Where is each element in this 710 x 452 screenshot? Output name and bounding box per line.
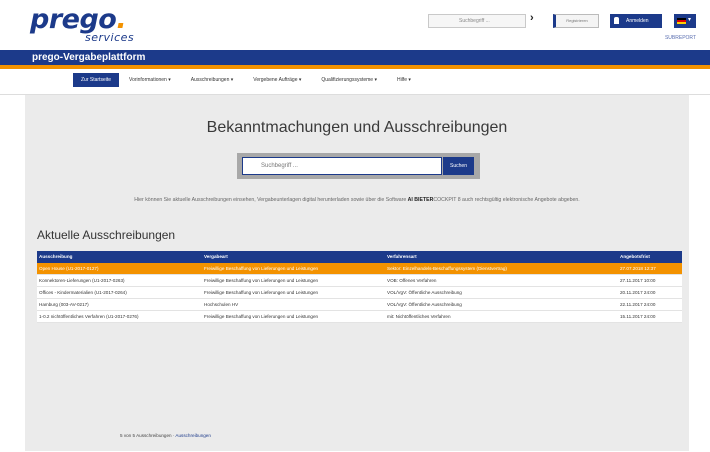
nav-tenders[interactable]: Ausschreibungen ▾	[181, 73, 244, 87]
nav-qualification-systems[interactable]: Qualifizierungssysteme ▾	[311, 73, 387, 87]
login-label: Anmelden	[626, 18, 649, 24]
german-flag-icon	[677, 18, 686, 24]
page-title: Bekanntmachungen und Ausschreibungen	[206, 119, 508, 136]
prego-logo[interactable]: prego. services	[30, 6, 134, 44]
main-search: Suchbegriff ... Suchen	[237, 153, 480, 179]
cell-tender: Open House (U1-2017-0127)	[39, 266, 99, 271]
search-button[interactable]: Suchen	[443, 157, 474, 175]
caret-down-icon: ▾	[688, 17, 692, 23]
table-header: Ausschreibung Vergabeart Verfahrensart A…	[37, 251, 682, 263]
cell-award-type: Freiwillige Beschaffung von Lieferungen …	[204, 266, 319, 271]
cell-award-type: Freiwillige Beschaffung von Lieferungen …	[204, 314, 319, 319]
info-text-end: COCKPIT 8 auch rechtsgültig elektronisch…	[433, 197, 580, 203]
cell-procedure: VOL/VgV: Öffentliche Ausschreibung	[387, 290, 462, 295]
main-search-input[interactable]: Suchbegriff ...	[242, 157, 442, 175]
login-button[interactable]: Anmelden	[610, 14, 662, 28]
tenders-link[interactable]: Ausschreibungen	[175, 433, 211, 438]
partner-logo: SUBREPORT	[664, 35, 696, 41]
platform-title-bar: prego-Vergabeplattform	[0, 50, 710, 65]
cell-deadline: 27.07.2018 12:37	[620, 266, 656, 271]
search-go-icon[interactable]: ›	[530, 12, 534, 24]
main-nav: Zur Startseite Vorinformationen ▾ Aussch…	[73, 73, 421, 87]
cell-procedure: Sektor: Einzelhandels-Beschaffungssystem…	[387, 266, 507, 271]
nav-home[interactable]: Zur Startseite	[73, 73, 120, 87]
nav-prior-information[interactable]: Vorinformationen ▾	[119, 73, 181, 87]
cell-tender: Hamburg (003-AV-0217)	[39, 302, 89, 307]
accent-divider	[0, 65, 710, 69]
column-header-tender[interactable]: Ausschreibung	[37, 251, 202, 263]
platform-title: prego-Vergabeplattform	[32, 52, 146, 63]
cell-tender: 1-0.2 nichtöffentliches Verfahren (U1-20…	[39, 314, 139, 319]
cell-tender: Konnektoren-Lieferungen (U1-2017-0263)	[39, 278, 125, 283]
cell-procedure: VOB: Offenes Verfahren	[387, 278, 437, 283]
column-header-award-type[interactable]: Vergabeart	[202, 251, 385, 263]
cell-deadline: 15.11.2017 24:00	[620, 314, 656, 319]
info-text-start: Hier können Sie aktuelle Ausschreibungen…	[134, 197, 408, 203]
cell-procedure: VOL/VgV: Öffentliche Ausschreibung	[387, 302, 462, 307]
cell-deadline: 22.11.2017 24:00	[620, 302, 656, 307]
table-row[interactable]: Hamburg (003-AV-0217) Hochschulen HV VOL…	[37, 299, 682, 311]
results-count: 5 von 5 Ausschreibungen · Ausschreibunge…	[120, 433, 211, 438]
user-icon	[614, 17, 619, 25]
info-text-bold: AI BIETER	[407, 197, 434, 203]
logo-subtitle: services	[85, 31, 135, 44]
main-content: Bekanntmachungen und Ausschreibungen Suc…	[25, 95, 689, 451]
tenders-table: Ausschreibung Vergabeart Verfahrensart A…	[37, 251, 682, 323]
nav-awarded-contracts[interactable]: Vergebene Aufträge ▾	[243, 73, 311, 87]
cell-deadline: 20.11.2017 24:00	[620, 290, 656, 295]
cell-deadline: 27.11.2017 10:00	[620, 278, 656, 283]
nav-help[interactable]: Hilfe ▾	[387, 73, 421, 87]
table-row[interactable]: Open House (U1-2017-0127) Freiwillige Be…	[37, 263, 682, 275]
table-row[interactable]: Offices - Kindermaterialien (U1-2017-026…	[37, 287, 682, 299]
column-header-procedure[interactable]: Verfahrensart	[385, 251, 618, 263]
cell-tender: Offices - Kindermaterialien (U1-2017-026…	[39, 290, 127, 295]
cell-procedure: mit: Nichtöffentliches Verfahren	[387, 314, 451, 319]
column-header-deadline[interactable]: Angebotsfrist	[618, 251, 682, 263]
header-search-input[interactable]: Suchbegriff ...	[428, 14, 526, 28]
info-text: Hier können Sie aktuelle Ausschreibungen…	[25, 197, 689, 203]
register-button[interactable]: Registrieren	[553, 14, 599, 28]
header: prego. services Suchbegriff ... › Regist…	[0, 0, 710, 50]
table-row[interactable]: Konnektoren-Lieferungen (U1-2017-0263) F…	[37, 275, 682, 287]
cell-award-type: Freiwillige Beschaffung von Lieferungen …	[204, 278, 319, 283]
language-selector[interactable]: ▾	[674, 14, 696, 28]
cell-award-type: Freiwillige Beschaffung von Lieferungen …	[204, 290, 319, 295]
cell-award-type: Hochschulen HV	[204, 302, 239, 307]
results-count-text: 5 von 5 Ausschreibungen ·	[120, 433, 176, 438]
section-title: Aktuelle Ausschreibungen	[37, 228, 176, 242]
table-row[interactable]: 1-0.2 nichtöffentliches Verfahren (U1-20…	[37, 311, 682, 323]
